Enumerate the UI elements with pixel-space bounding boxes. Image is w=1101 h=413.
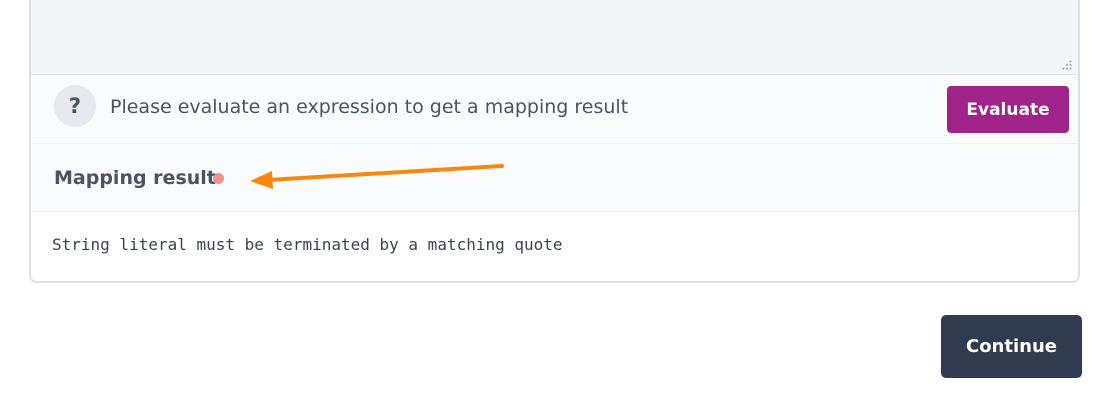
expression-editor[interactable] [31,0,1078,75]
mapping-result-body: String literal must be terminated by a m… [31,212,1078,281]
mapping-result-header: Mapping result [31,144,1078,212]
mapping-result-message: String literal must be terminated by a m… [52,235,563,254]
resize-grip-icon[interactable] [1062,60,1072,70]
error-status-dot [213,173,224,184]
evaluate-button[interactable]: Evaluate [947,86,1069,133]
continue-button[interactable]: Continue [941,315,1082,378]
mapping-result-title: Mapping result [54,167,216,189]
evaluation-hint: Please evaluate an expression to get a m… [110,96,629,118]
question-mark-icon: ? [54,85,96,127]
evaluation-status-row: ? Please evaluate an expression to get a… [31,75,1078,144]
expression-panel: ? Please evaluate an expression to get a… [29,0,1080,283]
